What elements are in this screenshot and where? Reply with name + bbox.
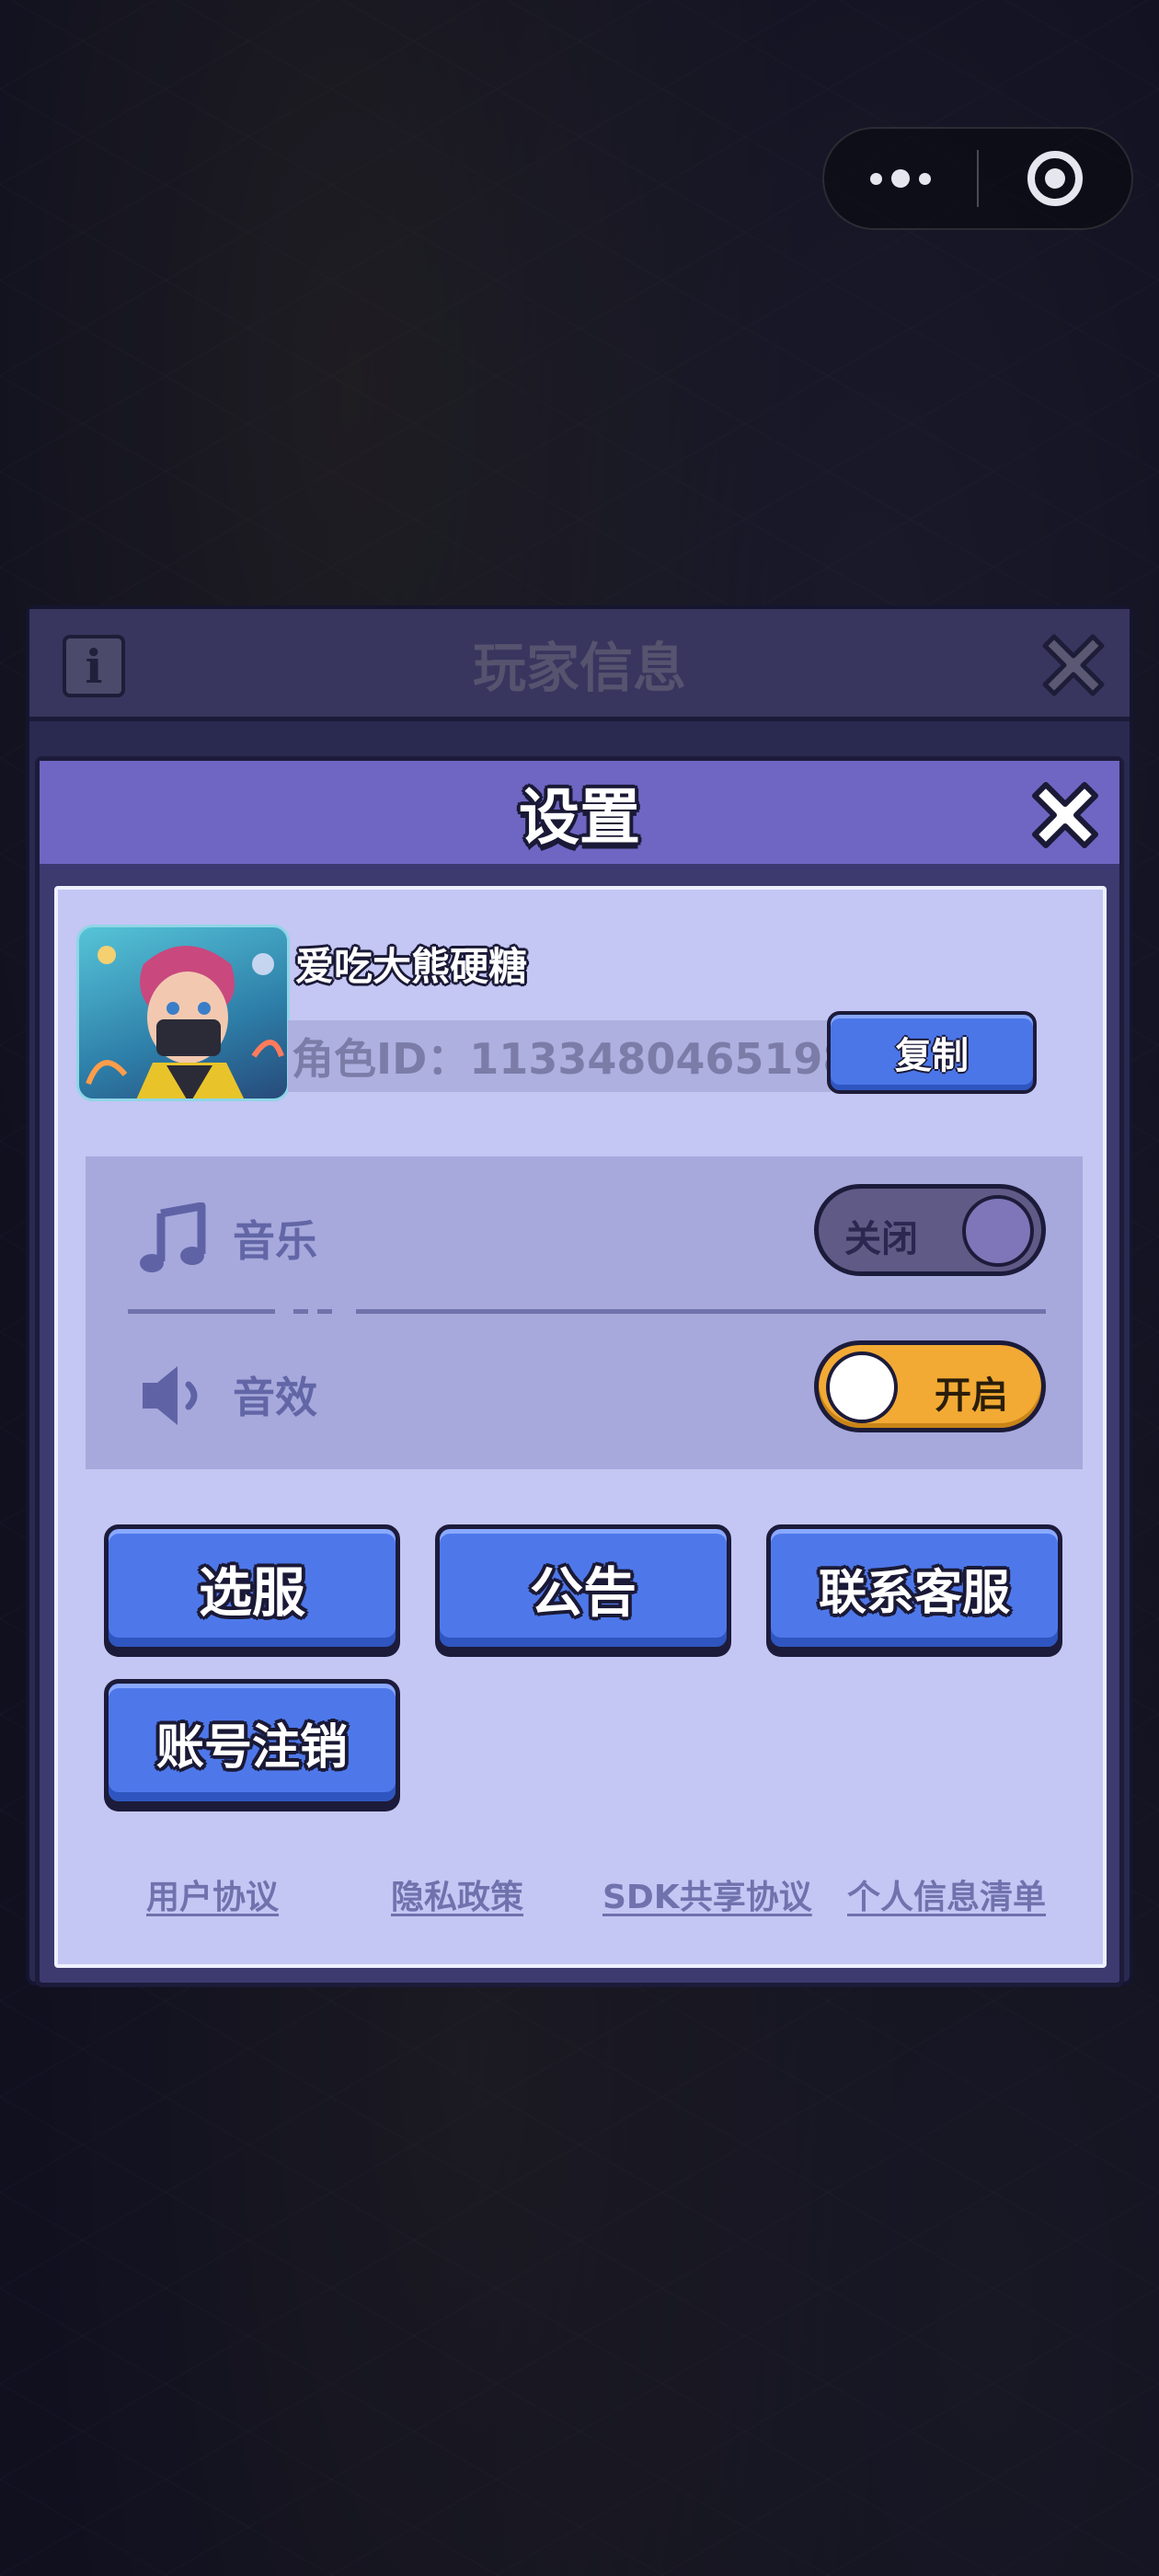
settings-dialog: 设置 爱吃大熊硬糖 角色ID：113348046519842 复制 音乐 关闭 … [35,756,1124,1987]
settings-header: 设置 [40,761,1119,869]
contact-support-button[interactable]: 联系客服 [766,1524,1062,1651]
settings-body: 爱吃大熊硬糖 角色ID：113348046519842 复制 音乐 关闭 音效 … [54,886,1107,1968]
music-note-icon [140,1202,206,1272]
close-miniprogram-button[interactable] [979,129,1131,228]
legal-links: 用户协议 隐私政策 SDK共享协议 个人信息清单 [58,1870,1103,1926]
player-info-title: 玩家信息 [472,636,686,699]
announcement-button[interactable]: 公告 [435,1524,731,1651]
sdk-sharing-link[interactable]: SDK共享协议 [602,1870,812,1918]
user-agreement-link[interactable]: 用户协议 [146,1870,279,1918]
miniprogram-capsule [822,127,1133,230]
audio-settings: 音乐 关闭 音效 开启 [86,1156,1083,1469]
more-icon [870,169,931,188]
role-id-text: 角色ID：113348046519842 [292,1034,912,1084]
sound-label: 音效 [233,1373,317,1422]
close-miniprogram-icon [1027,151,1083,206]
more-button[interactable] [824,129,977,228]
close-icon[interactable] [1032,624,1115,707]
speaker-icon [143,1366,198,1425]
settings-title: 设置 [519,782,640,853]
avatar[interactable] [76,925,290,1101]
select-server-button[interactable]: 选服 [104,1524,400,1651]
sound-toggle[interactable]: 开启 [814,1340,1046,1432]
info-icon: i [63,635,125,697]
close-icon[interactable] [1024,774,1107,857]
music-label: 音乐 [233,1216,317,1266]
music-row: 音乐 关闭 [86,1156,1083,1313]
music-toggle[interactable]: 关闭 [814,1184,1046,1276]
player-info-header: i 玩家信息 [29,609,1130,721]
avatar-image [86,946,284,1098]
delete-account-button[interactable]: 账号注销 [104,1679,400,1806]
sound-toggle-label: 开启 [935,1374,1008,1417]
toggle-knob [962,1195,1034,1267]
music-toggle-label: 关闭 [844,1218,918,1260]
role-id: 角色ID：113348046519842 [288,1020,911,1092]
copy-button[interactable]: 复制 [827,1011,1037,1094]
personal-info-list-link[interactable]: 个人信息清单 [847,1870,1046,1918]
privacy-policy-link[interactable]: 隐私政策 [391,1870,523,1918]
sound-row: 音效 开启 [86,1313,1083,1469]
toggle-knob [826,1351,898,1423]
player-nickname: 爱吃大熊硬糖 [295,944,528,989]
